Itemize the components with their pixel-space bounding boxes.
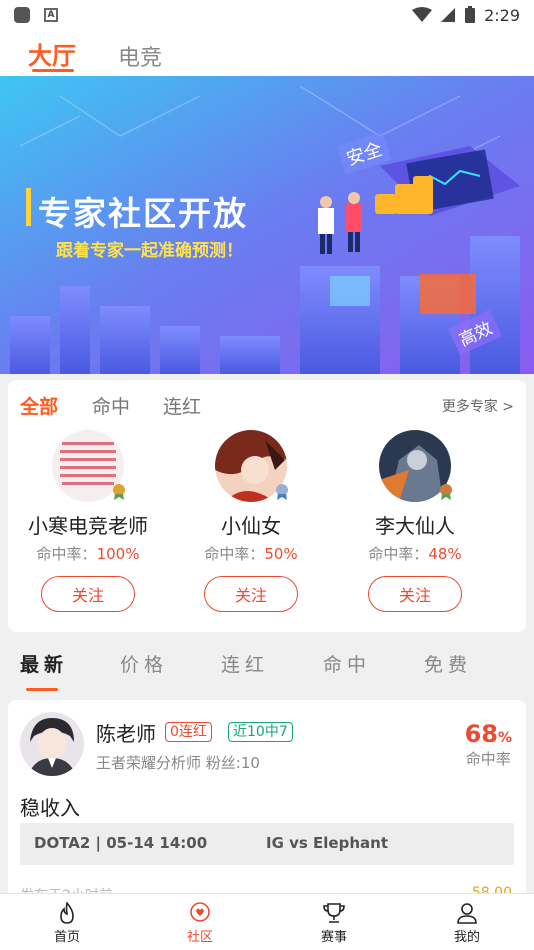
- hit-rate-label: 命中率: [465, 750, 511, 768]
- expert-item[interactable]: 李大仙人 命中率：48% 关注: [335, 430, 495, 612]
- bottom-nav-label: 首页: [53, 930, 80, 945]
- sort-tab-latest[interactable]: 最新: [20, 650, 68, 677]
- hit-rate-unit: %: [497, 730, 512, 746]
- follow-button[interactable]: 关注: [204, 576, 298, 612]
- signal-icon: [441, 8, 456, 22]
- heart-chat-icon: [190, 902, 210, 922]
- banner-accent-bar: [26, 188, 31, 226]
- streak-badge: 0连红: [165, 722, 212, 742]
- sort-tab-free[interactable]: 免费: [424, 650, 472, 677]
- fire-icon: [60, 902, 74, 924]
- tab-esports[interactable]: 电竞: [118, 40, 162, 72]
- sort-tab-price[interactable]: 价格: [120, 650, 168, 677]
- match-row[interactable]: DOTA2 | 05-14 14:00 IG vs Elephant: [20, 823, 514, 865]
- bottom-nav-community[interactable]: 社区: [165, 902, 235, 945]
- bottom-nav-profile[interactable]: 我的: [432, 902, 502, 945]
- promo-banner[interactable]: 专家社区开放 跟着专家一起准确预测！ 安全 高效: [0, 76, 534, 374]
- wifi-icon: [412, 7, 433, 22]
- expert-rate-value: 100%: [96, 545, 140, 563]
- a-notification-icon: A: [44, 8, 58, 22]
- expert-name: 小仙女: [221, 514, 281, 538]
- bottom-nav-home[interactable]: 首页: [32, 902, 102, 945]
- filter-tab-all[interactable]: 全部: [20, 392, 58, 419]
- sort-tab-hit[interactable]: 命中: [323, 650, 371, 677]
- expert-rate-value: 48%: [428, 545, 462, 563]
- tab-indicator: [32, 69, 74, 72]
- expert-item[interactable]: 小寒电竞老师 命中率：100% 关注: [8, 430, 168, 612]
- sort-tab-streak[interactable]: 连红: [221, 650, 269, 677]
- banner-subtitle: 跟着专家一起准确预测！: [56, 241, 243, 261]
- follow-button[interactable]: 关注: [368, 576, 462, 612]
- expert-rate-label: 命中率：: [36, 545, 97, 563]
- battery-icon: [465, 6, 476, 23]
- top-nav: 大厅 电竞: [0, 30, 534, 76]
- author-name[interactable]: 陈老师: [96, 718, 156, 747]
- expert-rate-label: 命中率：: [368, 545, 429, 563]
- notification-icon: [14, 7, 30, 23]
- prediction-post[interactable]: 陈老师 0连红 近10中7 王者荣耀分析师 粉丝:10 68% 命中率 稳收入 …: [8, 700, 526, 900]
- follow-button[interactable]: 关注: [41, 576, 135, 612]
- status-time: 2:29: [484, 5, 520, 25]
- silver-medal-icon: [276, 484, 288, 500]
- status-bar: A 2:29: [0, 0, 534, 30]
- expert-item[interactable]: 小仙女 命中率：50% 关注: [171, 430, 331, 612]
- hit-rate: 68% 命中率: [465, 720, 512, 769]
- trophy-icon: [323, 903, 345, 923]
- bottom-nav-label: 赛事: [320, 930, 347, 945]
- banner-title: 专家社区开放: [38, 194, 248, 233]
- match-teams: IG vs Elephant: [266, 834, 388, 852]
- expert-rate-value: 50%: [264, 545, 298, 563]
- expert-name: 小寒电竞老师: [28, 514, 148, 538]
- bottom-nav: 首页 社区 赛事 我的: [0, 893, 534, 950]
- gold-medal-icon: [113, 484, 125, 500]
- sort-tabs: 最新 价格 连红 命中 免费: [0, 632, 534, 698]
- filter-tab-streak[interactable]: 连红: [163, 392, 201, 419]
- experts-card: 全部 命中 连红 更多专家 > 小寒电竞老师 命中率：100% 关注 小仙女 命…: [8, 380, 526, 632]
- bottom-nav-label: 社区: [186, 930, 213, 945]
- tab-lobby[interactable]: 大厅: [28, 36, 76, 71]
- user-icon: [457, 903, 477, 924]
- filter-tab-hit[interactable]: 命中: [92, 392, 130, 419]
- more-experts-link[interactable]: 更多专家 >: [442, 396, 514, 416]
- bottom-nav-label: 我的: [453, 930, 480, 945]
- expert-name: 李大仙人: [375, 514, 455, 538]
- bronze-medal-icon: [440, 484, 452, 500]
- sort-tab-indicator: [26, 688, 58, 691]
- hit-rate-value: 68: [464, 720, 498, 748]
- expert-rate-label: 命中率：: [204, 545, 265, 563]
- author-avatar[interactable]: [20, 712, 84, 776]
- bottom-nav-events[interactable]: 赛事: [299, 902, 369, 945]
- post-title: 稳收入: [20, 796, 80, 820]
- author-info: 王者荣耀分析师 粉丝:10: [96, 754, 260, 772]
- recent-record-badge: 近10中7: [228, 722, 293, 742]
- match-info: DOTA2 | 05-14 14:00: [34, 834, 208, 852]
